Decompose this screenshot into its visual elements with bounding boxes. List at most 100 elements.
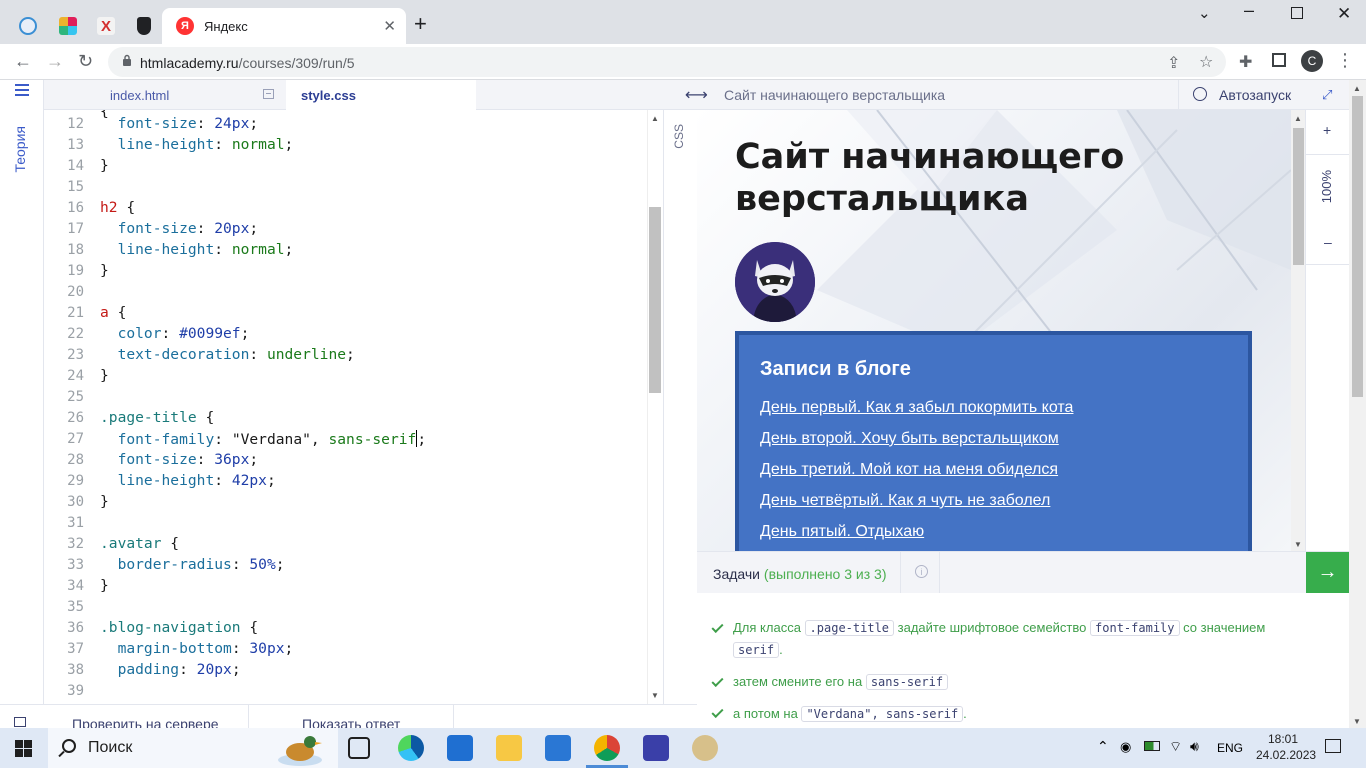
blog-link[interactable]: День первый. Как я забыл покормить кота — [760, 399, 1073, 417]
zoom-in-button[interactable]: + — [1323, 122, 1331, 138]
profile-avatar[interactable]: C — [1301, 50, 1323, 72]
zoom-out-button[interactable]: – — [1324, 234, 1332, 250]
code-line: .page-title { — [100, 409, 215, 426]
file-explorer-icon[interactable] — [496, 735, 522, 761]
blog-heading: Записи в блоге — [760, 358, 911, 380]
minimize-button[interactable]: – — [1244, 0, 1254, 21]
close-window-button[interactable]: ✕ — [1337, 4, 1351, 24]
blog-link[interactable]: День второй. Хочу быть верстальщиком — [760, 430, 1059, 448]
share-icon[interactable]: ⇪ — [1167, 53, 1180, 73]
tab-search-icon[interactable]: ⌄ — [1198, 4, 1211, 22]
blog-link[interactable]: День четвёртый. Как я чуть не заболел — [760, 492, 1050, 510]
back-icon[interactable]: ← — [14, 51, 32, 72]
maximize-button[interactable] — [1291, 7, 1303, 19]
line-number: 12 — [67, 116, 84, 132]
reload-icon[interactable]: ↻ — [78, 51, 93, 72]
info-button[interactable]: i — [900, 552, 940, 594]
menu-kebab-icon[interactable]: ⋮ — [1336, 50, 1354, 71]
volume-icon[interactable]: 🔊︎ — [1190, 738, 1199, 755]
page-scrollbar[interactable]: ▲ ▼ — [1349, 80, 1366, 728]
code-line: font-size: 24px; — [117, 115, 259, 132]
language-indicator[interactable]: ENG — [1217, 741, 1243, 755]
close-tab-icon[interactable]: ✕ — [383, 17, 396, 35]
clock-time[interactable]: 18:01 — [1268, 732, 1298, 746]
menu-burger-icon[interactable] — [15, 84, 29, 99]
forward-icon[interactable]: → — [46, 51, 64, 72]
task-view-icon[interactable] — [348, 737, 370, 759]
extensions-icon[interactable]: ✚ — [1239, 52, 1252, 72]
scroll-thumb[interactable] — [649, 207, 661, 393]
scroll-thumb[interactable] — [1293, 128, 1304, 265]
preview-title: Сайт начинающего верстальщика — [724, 87, 946, 103]
autorun-icon[interactable] — [1193, 87, 1207, 101]
edge-icon[interactable] — [398, 735, 424, 761]
check-on-server-button[interactable]: Проверить на сервере — [72, 716, 219, 728]
line-number: 23 — [67, 347, 84, 363]
mail-icon[interactable] — [545, 735, 571, 761]
line-number: 31 — [67, 515, 84, 531]
scroll-up-icon[interactable]: ▲ — [651, 114, 659, 123]
lock-icon — [123, 54, 131, 66]
browser-tab-yandex[interactable]: Я Яндекс ✕ — [162, 8, 406, 44]
line-number: 14 — [67, 158, 84, 174]
scroll-thumb[interactable] — [1352, 96, 1363, 397]
taskbar-search[interactable]: Поиск — [48, 728, 338, 768]
address-bar[interactable]: htmlacademy.ru/courses/309/run/5 ⇪ ☆ — [108, 47, 1226, 77]
code-line: line-height: normal; — [117, 136, 294, 153]
autorun-toggle[interactable]: Автозапуск — [1219, 87, 1291, 103]
scroll-up-icon[interactable]: ▲ — [1353, 84, 1361, 93]
save-disk-icon[interactable] — [643, 735, 669, 761]
chrome-icon[interactable] — [594, 735, 620, 761]
divider — [248, 705, 249, 728]
browser-tab-htmlacademy[interactable] — [10, 8, 46, 44]
clock-date[interactable]: 24.02.2023 — [1256, 748, 1316, 762]
new-tab-button[interactable]: + — [414, 12, 427, 36]
notifications-icon[interactable] — [1325, 739, 1341, 753]
editor-footer: Проверить на сервере Показать ответ — [0, 704, 697, 728]
windows-start-icon[interactable] — [15, 740, 32, 757]
code-line: } — [100, 157, 109, 174]
tray-chevron-icon[interactable]: ⌃ — [1097, 738, 1109, 755]
tab-title: Яндекс — [204, 18, 248, 34]
raccoon-avatar — [735, 242, 815, 322]
browser-tab-shield[interactable] — [126, 8, 162, 44]
code-line: font-family: "Verdana", sans-serif; — [117, 430, 427, 448]
divider — [1306, 264, 1350, 265]
divider — [1306, 154, 1350, 155]
paint-icon[interactable] — [692, 735, 718, 761]
line-number: 36 — [67, 620, 84, 636]
battery-icon[interactable] — [1144, 741, 1160, 751]
divider — [453, 705, 454, 728]
fullscreen-icon[interactable]: ⤢ — [1322, 87, 1332, 103]
preview-scrollbar[interactable]: ▲ ▼ — [1291, 110, 1305, 551]
store-icon[interactable] — [447, 735, 473, 761]
bookmark-star-icon[interactable]: ☆ — [1199, 52, 1213, 72]
next-step-button[interactable]: → — [1306, 552, 1349, 593]
sidepanel-icon[interactable] — [1272, 53, 1286, 67]
tab-index-html[interactable]: index.html — [44, 80, 286, 110]
blog-link[interactable]: День третий. Мой кот на меня обиделся — [760, 461, 1058, 479]
browser-tab-slack[interactable] — [50, 8, 86, 44]
collapse-icon[interactable] — [263, 89, 274, 99]
tray-camera-icon[interactable]: ◉ — [1120, 739, 1131, 755]
blog-link[interactable]: День пятый. Отдыхаю — [760, 523, 924, 541]
browser-toolbar: ← → ↻ htmlacademy.ru/courses/309/run/5 ⇪… — [0, 44, 1366, 80]
theory-tab[interactable]: Теория — [12, 126, 28, 173]
red-app-icon: X — [97, 17, 115, 35]
browser-tab-red-app[interactable]: X — [88, 8, 124, 44]
tab-style-css[interactable]: style.css — [286, 80, 476, 110]
show-answer-button[interactable]: Показать ответ — [302, 716, 400, 728]
wifi-icon[interactable]: ⌔ — [1169, 738, 1182, 756]
line-number: 20 — [67, 284, 84, 300]
code-editor[interactable]: 12 13 14 15 16 17 18 19 20 21 22 23 24 25 26 27 28 29 30 31… — [44, 110, 647, 704]
keyboard-icon[interactable] — [14, 717, 26, 727]
editor-scrollbar[interactable]: ▲ ▼ — [647, 110, 663, 704]
divider — [1178, 80, 1179, 110]
scroll-up-icon[interactable]: ▲ — [1294, 114, 1302, 123]
resize-arrows-icon[interactable]: ⟷ — [685, 85, 708, 105]
line-number: 32 — [67, 536, 84, 552]
scroll-down-icon[interactable]: ▼ — [1294, 540, 1302, 549]
scroll-down-icon[interactable]: ▼ — [651, 691, 659, 700]
line-number: 34 — [67, 578, 84, 594]
scroll-down-icon[interactable]: ▼ — [1353, 717, 1361, 726]
